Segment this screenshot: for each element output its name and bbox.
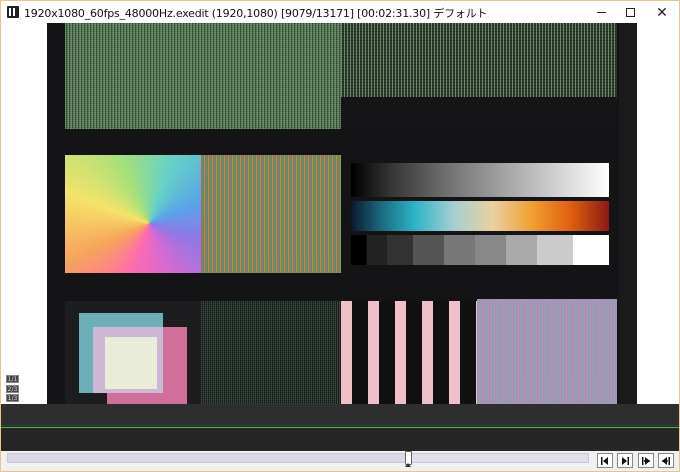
video-frame (47, 23, 637, 404)
maximize-button[interactable] (615, 1, 645, 23)
noise-block-middle (201, 155, 341, 273)
stripes-block (341, 301, 477, 404)
dark-band (341, 97, 617, 129)
layer-indicator[interactable]: 1/1 (6, 375, 19, 383)
next-frame-button[interactable] (617, 453, 633, 468)
square-inner (105, 337, 157, 389)
previous-frame-icon (601, 456, 608, 465)
timeline-track-2[interactable] (1, 428, 679, 451)
title-bar[interactable]: 1920x1080_60fps_48000Hz.exedit (1920,108… (1, 1, 679, 23)
minimize-button[interactable] (586, 1, 616, 23)
seek-position-marker (405, 463, 411, 467)
window-title: 1920x1080_60fps_48000Hz.exedit (1920,108… (24, 7, 488, 20)
noise-block-top-left (65, 23, 341, 129)
seek-progress (8, 454, 408, 462)
nested-squares-block (65, 301, 201, 404)
go-to-end-icon (662, 456, 670, 465)
noise-block-pastel (477, 299, 617, 404)
layer-indicator[interactable]: 1/3 (6, 394, 19, 402)
go-to-start-icon (642, 456, 650, 465)
next-frame-icon (622, 456, 629, 465)
previous-frame-button[interactable] (597, 453, 613, 468)
close-button[interactable]: ✕ (647, 1, 677, 23)
noise-block-dark (201, 301, 341, 404)
playback-bar (1, 451, 679, 471)
layer-indicator[interactable]: 2/3 (6, 385, 19, 393)
go-to-start-button[interactable] (638, 453, 654, 468)
right-border (619, 23, 637, 404)
close-icon: ✕ (656, 4, 668, 20)
preview-area[interactable]: 1/1 2/3 1/3 (1, 23, 679, 404)
noise-block-top-right (341, 23, 617, 97)
seek-slider[interactable] (7, 451, 589, 465)
timeline-panel[interactable] (1, 404, 679, 451)
gray-gradient-bar (351, 163, 609, 197)
minimize-icon (596, 11, 606, 13)
maximize-icon (625, 7, 635, 17)
timeline-track-1[interactable] (1, 404, 679, 426)
color-wheel-block (65, 155, 201, 273)
color-gradient-bar (351, 201, 609, 231)
go-to-end-button[interactable] (658, 453, 674, 468)
film-icon (7, 6, 19, 18)
editor-window: 1920x1080_60fps_48000Hz.exedit (1920,108… (0, 0, 680, 472)
gray-steps-bar (351, 235, 609, 265)
